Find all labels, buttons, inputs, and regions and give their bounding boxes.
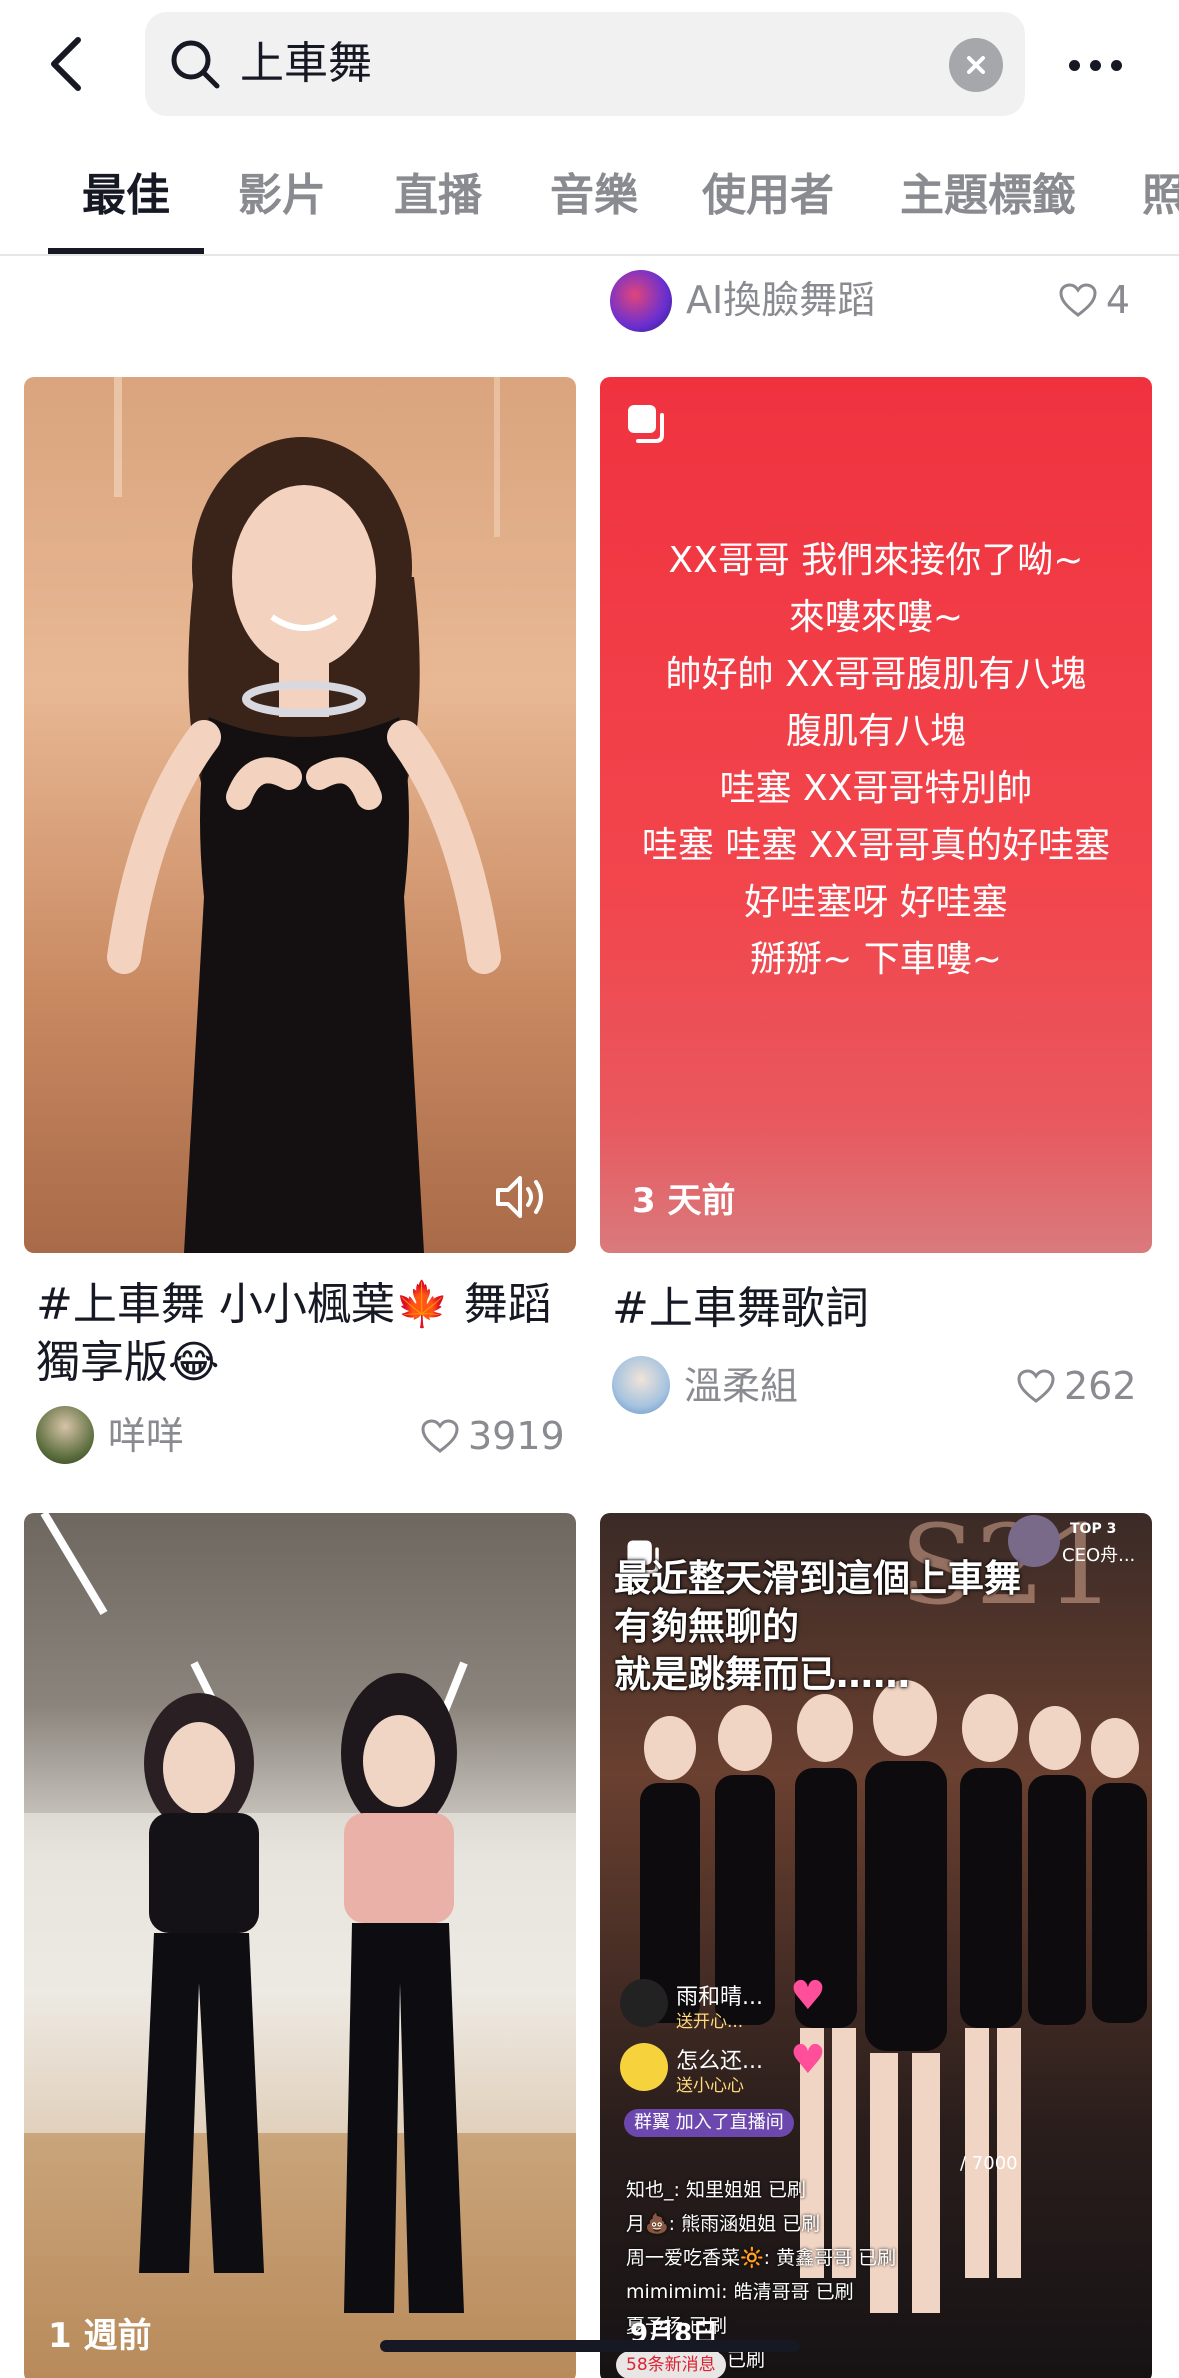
- studio-scene: [24, 1513, 576, 2313]
- search-icon: [171, 40, 220, 89]
- post-time: 1 週前: [48, 2316, 152, 2356]
- gift-feed: 雨和晴... 送开心... ♥ 怎么还... 送小心心 ♥: [620, 1973, 900, 2101]
- avatar[interactable]: [36, 1406, 94, 1464]
- dancer-illustration: [107, 377, 501, 1253]
- lyric-line: 來嘍來嘍~: [788, 597, 964, 638]
- prev-card-footer: AI換臉舞蹈 4: [610, 266, 1150, 336]
- lyric-line: 哇塞 哇塞 XX哥哥真的好哇塞: [641, 825, 1111, 866]
- like-count[interactable]: 262: [1016, 1362, 1137, 1410]
- video-title[interactable]: #上車舞 小小楓葉🍁 舞蹈獨享版😂: [36, 1276, 566, 1392]
- like-count[interactable]: 3919: [420, 1412, 565, 1460]
- gift-row: 雨和晴... 送开心... ♥: [620, 1973, 900, 2037]
- lyric-line: 帥好帥 XX哥哥腹肌有八塊: [665, 654, 1087, 695]
- chat-message: 月💩: 熊雨涵姐姐 已刷: [626, 2213, 821, 2235]
- author-name[interactable]: 溫柔組: [684, 1362, 798, 1410]
- video-thumbnail[interactable]: 1 週前: [24, 1513, 576, 2378]
- host-name: CEO舟...: [1062, 1545, 1136, 1566]
- more-options-button[interactable]: [1060, 30, 1130, 100]
- avatar: [620, 2043, 668, 2091]
- top-bar: 上車舞: [0, 0, 1179, 140]
- video-thumbnail[interactable]: S21 TOP 3 CEO舟... 最近整天滑到這個上車舞 有夠無聊的 就是跳舞…: [600, 1513, 1152, 2378]
- tab-users[interactable]: 使用者: [702, 168, 834, 224]
- caption-line: 就是跳舞而已……: [614, 1653, 910, 1696]
- close-icon: [967, 56, 985, 74]
- tab-top[interactable]: 最佳: [82, 168, 170, 224]
- tab-live[interactable]: 直播: [394, 168, 482, 224]
- new-messages-badge: 58条新消息: [616, 2351, 726, 2378]
- dot-icon: [1068, 59, 1080, 71]
- chat-message: 知也_: 知里姐姐 已刷: [626, 2179, 806, 2201]
- sound-icon[interactable]: [494, 1172, 550, 1222]
- like-number: 262: [1064, 1364, 1137, 1408]
- gift-desc: 送开心...: [676, 2012, 744, 2032]
- search-tabs: 最佳 影片 直播 音樂 使用者 主題標籤 照: [0, 140, 1179, 256]
- search-input[interactable]: 上車舞: [145, 12, 1025, 116]
- avatar[interactable]: [610, 270, 672, 332]
- heart-icon: [1059, 283, 1097, 317]
- caption-line: 最近整天滑到這個上車舞: [614, 1557, 1021, 1600]
- clear-search-button[interactable]: [949, 38, 1003, 92]
- video-title[interactable]: #上車舞歌詞: [612, 1280, 1142, 1338]
- search-query[interactable]: 上車舞: [240, 38, 372, 90]
- author-name[interactable]: 咩咩: [108, 1412, 184, 1460]
- tab-videos[interactable]: 影片: [238, 168, 326, 224]
- heart-icon: [421, 1419, 459, 1453]
- avatar[interactable]: [612, 1356, 670, 1414]
- video-thumbnail[interactable]: XX哥哥 我們來接你了呦~ 來嘍來嘍~ 帥好帥 XX哥哥腹肌有八塊 腹肌有八塊 …: [600, 377, 1152, 1253]
- post-time: 3 天前: [632, 1181, 736, 1221]
- chevron-left-icon: [51, 37, 81, 91]
- heart-gift-icon: ♥: [790, 2037, 826, 2083]
- join-message: 群翼 加入了直播间: [624, 2109, 794, 2137]
- lyric-line: 掰掰~ 下車嘍~: [750, 939, 1002, 980]
- tab-hashtags[interactable]: 主題標籤: [900, 168, 1076, 224]
- rank-label: TOP 3: [1070, 1521, 1117, 1537]
- chat-message: mimimimi: 皓清哥哥 已刷: [626, 2281, 854, 2303]
- home-indicator[interactable]: [380, 2340, 800, 2352]
- like-number: 4: [1105, 278, 1130, 322]
- caption-overlay: 最近整天滑到這個上車舞 有夠無聊的 就是跳舞而已……: [614, 1555, 1034, 1699]
- back-button[interactable]: [36, 24, 96, 104]
- caption-line: 有夠無聊的: [614, 1605, 799, 1648]
- author-name[interactable]: AI換臉舞蹈: [686, 276, 875, 324]
- lyric-line: 腹肌有八塊: [785, 711, 966, 752]
- dot-icon: [1110, 59, 1122, 71]
- active-tab-indicator: [48, 248, 204, 254]
- gift-desc: 送小心心: [676, 2076, 744, 2096]
- photo-carousel-icon: [628, 405, 664, 443]
- tab-music[interactable]: 音樂: [550, 168, 638, 224]
- lyric-line: 好哇塞呀 好哇塞: [744, 882, 1008, 923]
- video-thumbnail[interactable]: [24, 377, 576, 1253]
- like-number: 3919: [468, 1414, 565, 1458]
- heart-icon: [1017, 1369, 1055, 1403]
- avatar: [620, 1979, 668, 2027]
- like-count[interactable]: 4: [1058, 276, 1130, 324]
- lyric-line: 哇塞 XX哥哥特別帥: [719, 768, 1033, 809]
- tab-photos[interactable]: 照: [1142, 168, 1179, 224]
- dot-icon: [1089, 59, 1101, 71]
- lyrics-overlay: XX哥哥 我們來接你了呦~ 來嘍來嘍~ 帥好帥 XX哥哥腹肌有八塊 腹肌有八塊 …: [600, 532, 1152, 988]
- gift-row: 怎么还... 送小心心 ♥: [620, 2037, 900, 2101]
- heart-gift-icon: ♥: [790, 1973, 826, 2019]
- score-progress: / 7000: [960, 2153, 1018, 2174]
- chat-message: 周一爱吃香菜🔆: 黄鑫哥哥 已刷: [626, 2247, 897, 2269]
- lyric-line: XX哥哥 我們來接你了呦~: [668, 540, 1084, 581]
